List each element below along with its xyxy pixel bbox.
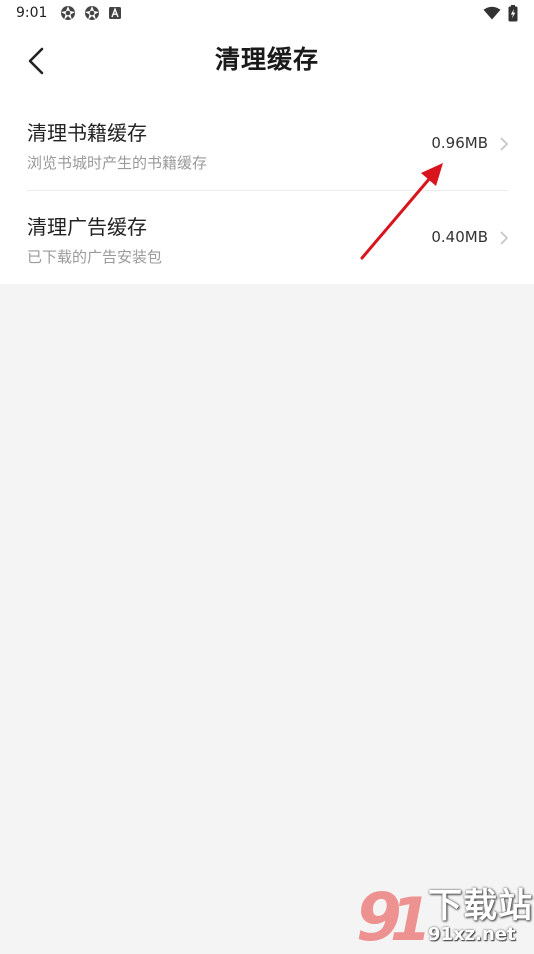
status-time: 9:01: [16, 5, 48, 21]
aperture-icon: [61, 6, 75, 20]
row-subtitle: 已下载的广告安装包: [27, 248, 163, 266]
row-title: 清理书籍缓存: [27, 121, 147, 145]
watermark-brand: 下载站: [428, 886, 533, 926]
page-title: 清理缓存: [214, 45, 319, 74]
cache-size-value: 0.96MB: [431, 134, 488, 152]
status-bar: 9:01: [0, 0, 534, 28]
svg-text:1: 1: [390, 885, 432, 950]
chevron-right-icon: [500, 231, 509, 245]
wifi-icon: [483, 6, 501, 20]
row-subtitle: 浏览书城时产生的书籍缓存: [27, 154, 208, 172]
clear-book-cache-row[interactable]: 清理书籍缓存 浏览书城时产生的书籍缓存 0.96MB: [0, 98, 534, 190]
row-title: 清理广告缓存: [27, 215, 147, 239]
clear-ad-cache-row[interactable]: 清理广告缓存 已下载的广告安装包 0.40MB: [0, 191, 534, 284]
watermark-logo: 9 1 下载站 91xz.net: [354, 876, 534, 954]
battery-charging-icon: [508, 5, 518, 22]
a-badge-icon: [109, 7, 121, 19]
chevron-right-icon: [500, 137, 509, 151]
watermark-domain: 91xz.net: [428, 924, 516, 945]
aperture-icon: [85, 6, 99, 20]
cache-size-value: 0.40MB: [431, 228, 488, 246]
